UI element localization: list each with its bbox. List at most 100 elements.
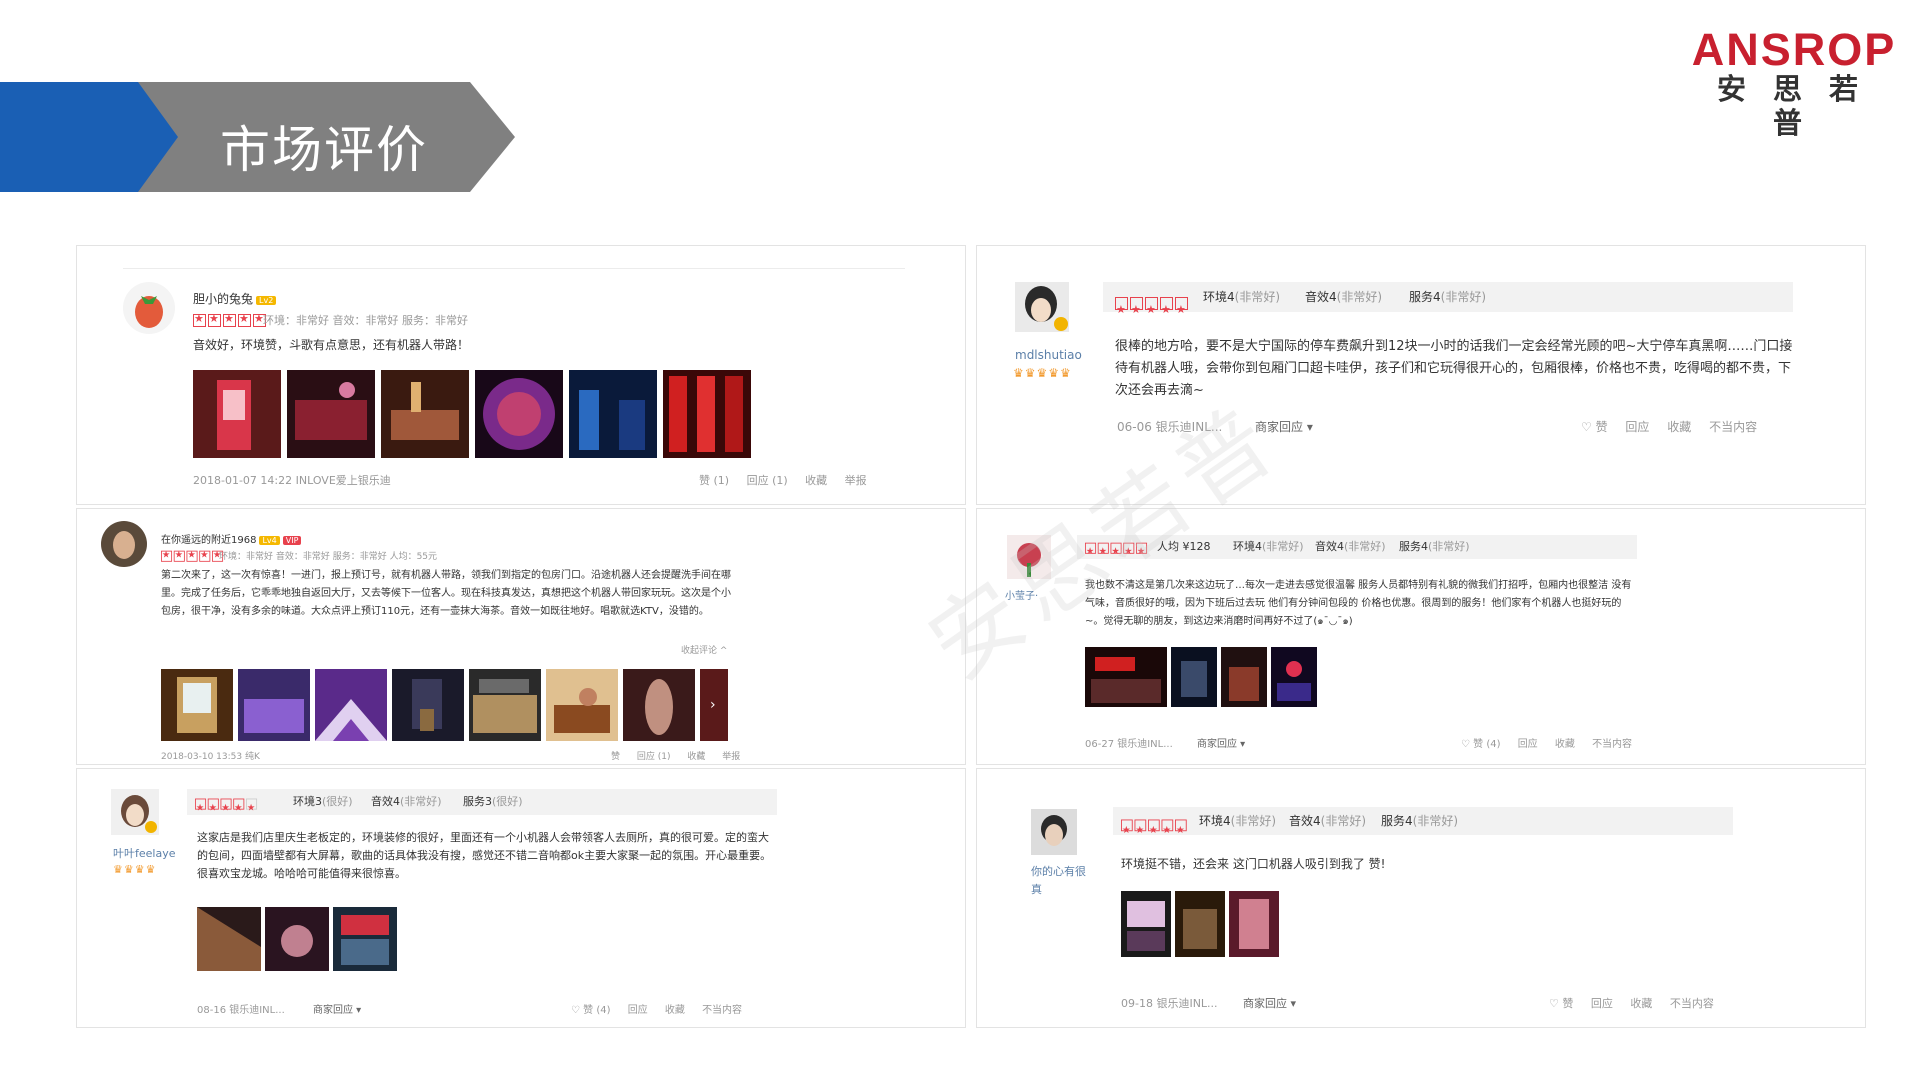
reply-button[interactable]: 回应 (1) bbox=[747, 474, 788, 487]
user-name[interactable]: mdlshutiao bbox=[1015, 348, 1082, 362]
photo-thumb[interactable] bbox=[1221, 647, 1267, 707]
review-actions: 赞 回应 (1) 收藏 举报 bbox=[597, 749, 740, 762]
report-button[interactable]: 举报 bbox=[845, 474, 867, 487]
avatar-image bbox=[1031, 809, 1077, 855]
reply-button[interactable]: 回应 bbox=[1518, 739, 1538, 750]
favorite-button[interactable]: 收藏 bbox=[1630, 997, 1652, 1010]
logo-text-cn: 安思若普 bbox=[1716, 72, 1885, 140]
user-avatar[interactable] bbox=[101, 521, 147, 567]
photo-thumb[interactable] bbox=[392, 669, 464, 741]
merchant-reply-toggle[interactable]: 商家回应 ▾ bbox=[1197, 735, 1245, 750]
photo-thumb[interactable] bbox=[469, 669, 541, 741]
photo-thumb[interactable] bbox=[333, 907, 397, 971]
user-avatar[interactable] bbox=[111, 789, 159, 835]
photo-thumb[interactable] bbox=[197, 907, 261, 971]
report-button[interactable]: 举报 bbox=[722, 752, 740, 762]
user-avatar[interactable] bbox=[1031, 809, 1077, 855]
photo-thumb[interactable] bbox=[623, 669, 695, 741]
favorite-button[interactable]: 收藏 bbox=[665, 1005, 685, 1016]
like-button[interactable]: ♡ 赞 (4) bbox=[1461, 739, 1501, 750]
brand-logo: ANSROP 安思若普 bbox=[1684, 27, 1904, 140]
reply-button[interactable]: 回应 (1) bbox=[637, 752, 671, 762]
user-name[interactable]: 你的心有很真 bbox=[1031, 863, 1095, 899]
photo-thumb[interactable] bbox=[1085, 647, 1167, 707]
like-button[interactable]: ♡ 赞 bbox=[1581, 420, 1608, 434]
merchant-reply-toggle[interactable]: 商家回应 ▾ bbox=[1243, 995, 1296, 1011]
avatar-image bbox=[111, 789, 159, 835]
review-card-2: mdlshutiao ♛♛♛♛♛ 环境4(非常好) 音效4(非常好) 服务4(非… bbox=[976, 245, 1866, 505]
review-meta: 06-27 银乐迪INL... bbox=[1085, 739, 1173, 750]
photo-thumb[interactable] bbox=[238, 669, 310, 741]
photo-thumb[interactable] bbox=[569, 370, 657, 458]
report-content-button[interactable]: 不当内容 bbox=[1670, 997, 1714, 1010]
user-medals: ♛♛♛♛♛ bbox=[1013, 366, 1072, 380]
merchant-reply-toggle[interactable]: 商家回应 ▾ bbox=[1255, 418, 1313, 435]
photo-thumb[interactable] bbox=[1271, 647, 1317, 707]
favorite-button[interactable]: 收藏 bbox=[805, 474, 827, 487]
report-content-button[interactable]: 不当内容 bbox=[702, 1005, 742, 1016]
photo-thumb[interactable] bbox=[315, 669, 387, 741]
rating-stars bbox=[1085, 541, 1149, 561]
svg-text:›: › bbox=[710, 697, 716, 713]
photo-thumb[interactable] bbox=[193, 370, 281, 458]
level-badge: Lv2 bbox=[256, 296, 277, 305]
user-avatar[interactable] bbox=[123, 282, 175, 334]
photo-thumb[interactable] bbox=[161, 669, 233, 741]
user-name[interactable]: 小莹子· bbox=[1005, 587, 1038, 602]
strawberry-icon bbox=[135, 296, 163, 328]
rating-stars bbox=[1115, 291, 1190, 325]
reply-button[interactable]: 回应 bbox=[628, 1005, 648, 1016]
report-content-button[interactable]: 不当内容 bbox=[1709, 420, 1757, 434]
review-text: 我也数不清这是第几次来这边玩了…每次一走进去感觉很温馨 服务人员都特别有礼貌的微… bbox=[1085, 580, 1632, 627]
review-card-5: 叶叶feelaye ♛♛♛♛ 环境3(很好) 音效4(非常好) 服务3(很好) … bbox=[76, 768, 966, 1028]
like-button[interactable]: 赞 bbox=[611, 752, 620, 762]
photo-thumb[interactable] bbox=[546, 669, 618, 741]
review-actions: ♡ 赞 回应 收藏 不当内容 bbox=[1535, 995, 1714, 1011]
review-meta: 06-06 银乐迪INL... bbox=[1117, 420, 1223, 434]
user-name[interactable]: 在你遥远的附近1968 Lv4 VIP bbox=[161, 531, 302, 546]
photo-thumb[interactable] bbox=[1175, 891, 1225, 957]
review-actions: ♡ 赞 (4) 回应 收藏 不当内容 bbox=[1447, 735, 1632, 750]
photo-thumb[interactable] bbox=[265, 907, 329, 971]
photo-thumb[interactable] bbox=[475, 370, 563, 458]
reply-button[interactable]: 回应 bbox=[1625, 420, 1649, 434]
reply-button[interactable]: 回应 bbox=[1591, 997, 1613, 1010]
rating-stars bbox=[1121, 815, 1189, 843]
photo-thumb[interactable] bbox=[287, 370, 375, 458]
photo-thumb[interactable] bbox=[381, 370, 469, 458]
vip-badge: VIP bbox=[282, 536, 302, 545]
user-name[interactable]: 叶叶feelaye bbox=[113, 845, 175, 861]
photo-thumb[interactable] bbox=[1171, 647, 1217, 707]
review-meta: 2018-03-10 13:53 纯K bbox=[161, 752, 260, 762]
review-meta: 2018-01-07 14:22 INLOVE爱上银乐迪 bbox=[193, 474, 391, 487]
user-name[interactable]: 胆小的兔兔 Lv2 bbox=[193, 290, 277, 307]
next-photo-arrow[interactable]: › bbox=[700, 669, 728, 741]
report-content-button[interactable]: 不当内容 bbox=[1592, 739, 1632, 750]
favorite-button[interactable]: 收藏 bbox=[1555, 739, 1575, 750]
photo-thumb[interactable] bbox=[663, 370, 751, 458]
sub-ratings: 环境：非常好 音效：非常好 服务：非常好 人均：55元 bbox=[219, 552, 438, 562]
review-text: 很棒的地方哈，要不是大宁国际的停车费飙升到12块一小时的话我们一定会经常光顾的吧… bbox=[1115, 339, 1793, 398]
photo-thumb[interactable] bbox=[1229, 891, 1279, 957]
level-badge: Lv4 bbox=[259, 536, 280, 545]
favorite-button[interactable]: 收藏 bbox=[687, 752, 705, 762]
like-button[interactable]: ♡ 赞 bbox=[1549, 997, 1573, 1010]
favorite-button[interactable]: 收藏 bbox=[1667, 420, 1691, 434]
avatar-image bbox=[1007, 535, 1051, 579]
photo-strip bbox=[193, 370, 751, 458]
like-button[interactable]: 赞 (1) bbox=[699, 474, 729, 487]
merchant-reply-toggle[interactable]: 商家回应 ▾ bbox=[313, 1001, 361, 1016]
rating-stars bbox=[193, 312, 268, 331]
review-actions: 赞 (1) 回应 (1) 收藏 举报 bbox=[685, 472, 867, 488]
rating-bar: 环境4(非常好) 音效4(非常好) 服务4(非常好) bbox=[1113, 807, 1733, 843]
page-title: 市场评价 bbox=[220, 121, 428, 179]
average-price: 人均 ¥128 bbox=[1157, 540, 1211, 553]
user-avatar[interactable] bbox=[1015, 282, 1069, 332]
avatar-image bbox=[1015, 282, 1069, 332]
photo-strip bbox=[1085, 647, 1317, 707]
photo-thumb[interactable] bbox=[1121, 891, 1171, 957]
like-button[interactable]: ♡ 赞 (4) bbox=[571, 1005, 611, 1016]
user-avatar[interactable] bbox=[1007, 535, 1051, 579]
sub-ratings: 环境：非常好 音效：非常好 服务：非常好 bbox=[263, 314, 468, 327]
collapse-review-toggle[interactable]: 收起评论 ^ bbox=[681, 643, 727, 656]
